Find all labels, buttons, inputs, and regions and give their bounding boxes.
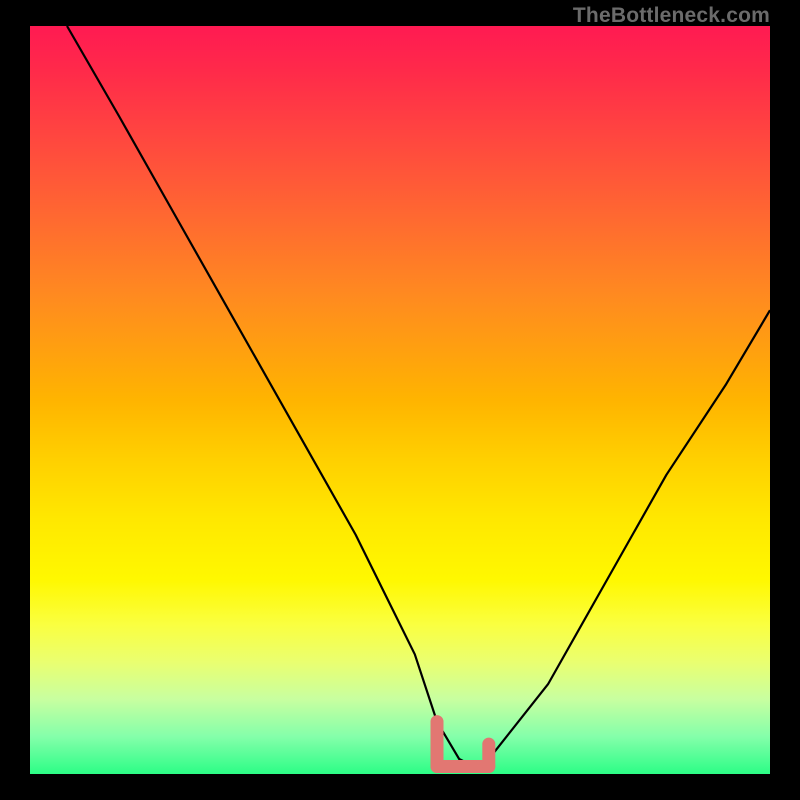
- chart-frame: TheBottleneck.com: [0, 0, 800, 800]
- plot-area: [30, 26, 770, 774]
- watermark-text: TheBottleneck.com: [573, 4, 770, 28]
- bottleneck-curve-line: [67, 26, 770, 767]
- curve-group: [67, 26, 770, 767]
- chart-svg: [30, 26, 770, 774]
